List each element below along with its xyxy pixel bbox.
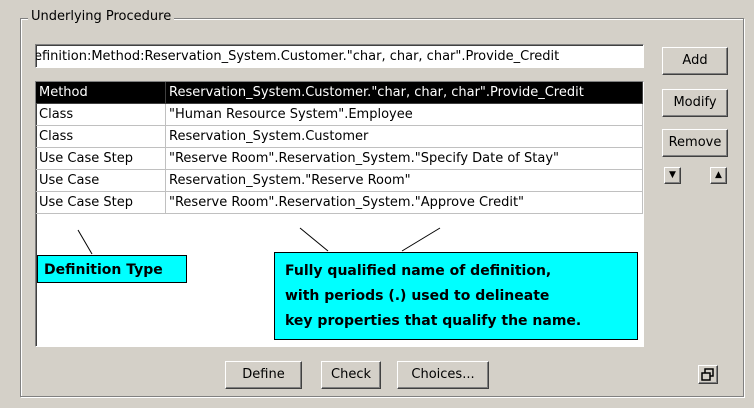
definition-name-cell: Reservation_System."Reserve Room" (165, 169, 643, 192)
definition-type-cell: Use Case (36, 169, 166, 192)
group-title: Underlying Procedure (28, 9, 175, 24)
definition-name-cell: "Human Resource System".Employee (165, 103, 643, 126)
definition-name-cell: Reservation_System.Customer (165, 125, 643, 148)
restore-window-icon[interactable] (698, 365, 718, 384)
callout-line-3: key properties that qualify the name. (285, 313, 582, 329)
restore-window-glyph (701, 368, 714, 381)
definition-type-cell: Use Case Step (36, 147, 166, 170)
definition-name-cell: Reservation_System.Customer."char, char,… (165, 82, 643, 104)
list-row[interactable]: Use Case Step "Reserve Room".Reservation_… (36, 191, 643, 214)
definition-type-cell: Class (36, 125, 166, 148)
definition-type-callout: Definition Type (37, 255, 187, 283)
definition-type-cell: Method (36, 82, 166, 104)
list-row[interactable]: Use Case Reservation_System."Reserve Room… (36, 169, 643, 192)
arrow-down-icon[interactable]: ▼ (664, 167, 681, 184)
callout-line-2: with periods (.) used to delineate (285, 288, 550, 304)
list-row[interactable]: Method Reservation_System.Customer."char,… (36, 82, 643, 104)
definition-field-text: efinition:Method:Reservation_System.Cust… (35, 49, 560, 64)
definition-name-cell: "Reserve Room".Reservation_System."Speci… (165, 147, 643, 170)
qualified-name-callout: Fully qualified name of definition, with… (274, 252, 638, 340)
definition-type-cell: Use Case Step (36, 191, 166, 214)
arrow-up-icon[interactable]: ▲ (710, 167, 727, 184)
check-button[interactable]: Check (321, 361, 381, 389)
definition-field[interactable]: efinition:Method:Reservation_System.Cust… (35, 44, 644, 68)
modify-button[interactable]: Modify (662, 89, 728, 117)
list-row[interactable]: Class "Human Resource System".Employee (36, 103, 643, 126)
choices-button[interactable]: Choices... (397, 361, 489, 389)
define-button[interactable]: Define (225, 361, 302, 389)
list-row[interactable]: Class Reservation_System.Customer (36, 125, 643, 148)
definition-type-cell: Class (36, 103, 166, 126)
callout-line-1: Fully qualified name of definition, (285, 263, 552, 279)
list-row[interactable]: Use Case Step "Reserve Room".Reservation_… (36, 147, 643, 170)
add-button[interactable]: Add (662, 47, 728, 75)
definition-name-cell: "Reserve Room".Reservation_System."Appro… (165, 191, 643, 214)
remove-button[interactable]: Remove (662, 129, 728, 157)
empty-row (36, 214, 643, 236)
